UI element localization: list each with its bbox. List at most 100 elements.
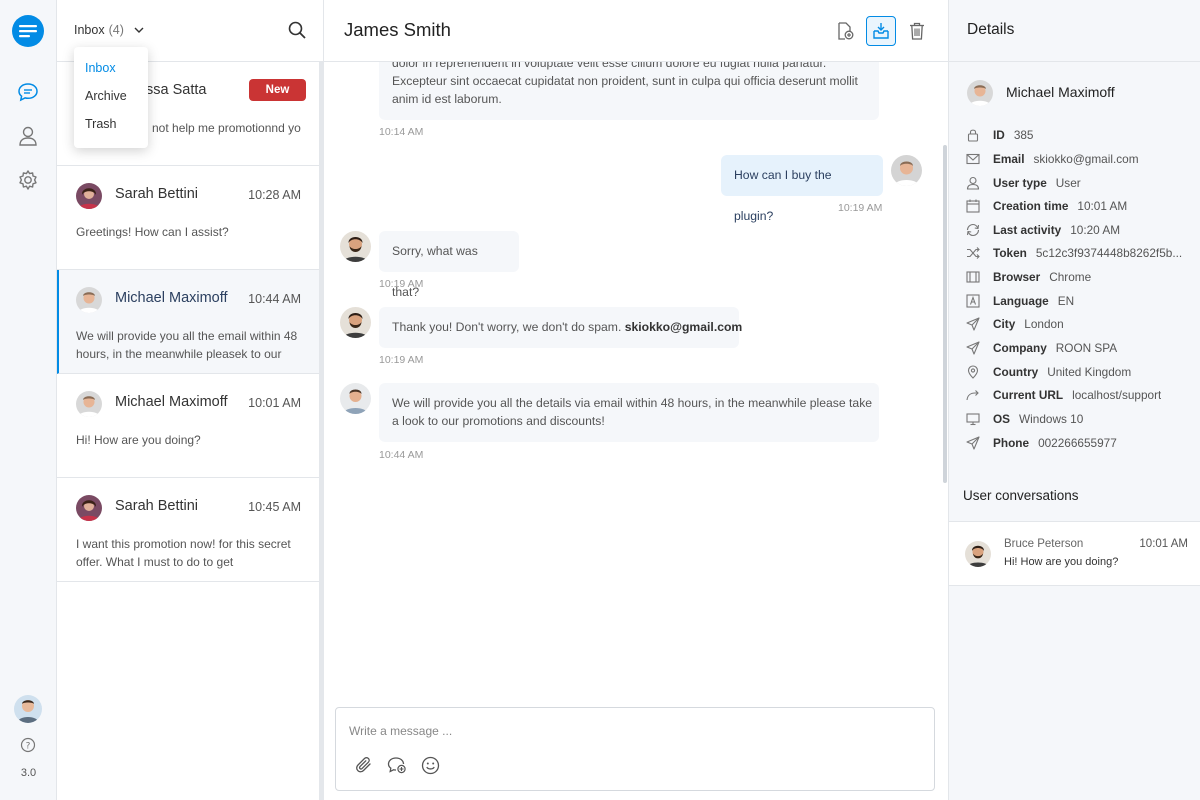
saved-replies-icon[interactable]	[386, 754, 408, 776]
conversation-name: ssa Satta	[146, 82, 207, 98]
detail-value: 10:01 AM	[1077, 199, 1128, 213]
details-panel: Details Michael Maximoff ID 385 Email sk…	[948, 0, 1200, 800]
detail-key: OS	[993, 412, 1011, 426]
detail-row-language: Language EN	[965, 291, 1200, 311]
detail-key: Last activity	[993, 223, 1062, 237]
message-time: 10:19 AM	[838, 202, 883, 214]
new-badge: New	[249, 79, 306, 101]
send-icon	[965, 340, 981, 356]
message-time: 10:19 AM	[379, 354, 424, 366]
detail-row-token: Token 5c12c3f9374448b8262f5b...	[965, 243, 1200, 263]
conversations-icon[interactable]	[15, 79, 41, 105]
settings-icon[interactable]	[15, 167, 41, 193]
detail-key: Current URL	[993, 388, 1064, 402]
agent-message-bubble: Sorry, what was that?	[379, 231, 519, 299]
detail-value: United Kingdom	[1047, 365, 1132, 379]
app-logo-icon[interactable]	[12, 15, 44, 47]
monitor-icon	[965, 411, 981, 427]
inbox-filter-dropdown: Inbox Archive Trash	[74, 47, 148, 148]
conversation-item[interactable]: Michael Maximoff 10:01 AM Hi! How are yo…	[57, 374, 319, 478]
message-line: anim id est laborum.	[392, 92, 502, 106]
current-agent-avatar[interactable]	[14, 695, 42, 723]
user-avatar	[891, 155, 922, 186]
agent-avatar	[340, 231, 371, 262]
detail-row-email: Email skiokko@gmail.com	[965, 149, 1200, 169]
detail-value: skiokko@gmail.com	[1033, 152, 1139, 166]
detail-row-creation-time: Creation time 10:01 AM	[965, 196, 1200, 216]
detail-row-id: ID 385	[965, 125, 1200, 145]
conversation-item[interactable]: Sarah Bettini 10:28 AM Greetings! How ca…	[57, 166, 319, 270]
detail-row-phone: Phone 002266655977	[965, 433, 1200, 453]
emoji-icon[interactable]	[419, 754, 441, 776]
trash-icon[interactable]	[902, 16, 932, 46]
language-icon	[965, 293, 981, 309]
detail-key: ID	[993, 128, 1005, 142]
avatar	[76, 183, 102, 209]
inbox-filter-select[interactable]: Inbox (4)	[74, 23, 144, 37]
help-icon[interactable]: ?	[20, 737, 36, 753]
dropdown-item-trash[interactable]: Trash	[85, 117, 117, 131]
detail-key: City	[993, 317, 1016, 331]
detail-row-last-activity: Last activity 10:20 AM	[965, 220, 1200, 240]
conversation-preview: Hi! How are you doing?	[76, 433, 201, 447]
agent-message-bubble: dolor in reprehenderit in voluptate veli…	[379, 62, 879, 120]
search-icon[interactable]	[288, 21, 306, 39]
chat-panel: James Smith dolor in reprehenderit in vo…	[324, 0, 948, 800]
message-editor	[335, 707, 935, 791]
conversation-time: 10:28 AM	[248, 188, 301, 202]
detail-key: Email	[993, 152, 1025, 166]
lock-icon	[965, 127, 981, 143]
detail-key: Company	[993, 341, 1047, 355]
conversation-time: 10:01 AM	[248, 396, 301, 410]
agent-message-bubble: Thank you! Don't worry, we don't do spam…	[379, 307, 742, 348]
detail-row-country: Country United Kingdom	[965, 362, 1200, 382]
message-line: We will provide you all the details via …	[392, 396, 873, 410]
message-input[interactable]	[349, 724, 909, 738]
detail-key: Phone	[993, 436, 1030, 450]
detail-row-city: City London	[965, 314, 1200, 334]
user-conversation-item[interactable]: Bruce Peterson 10:01 AM Hi! How are you …	[949, 521, 1200, 586]
message-email-link[interactable]: skiokko@gmail.com	[625, 320, 743, 334]
avatar	[76, 287, 102, 313]
detail-key: User type	[993, 176, 1047, 190]
refresh-icon	[965, 222, 981, 238]
archive-conversation-icon[interactable]	[866, 16, 896, 46]
chat-header: James Smith	[324, 0, 948, 62]
svg-text:?: ?	[26, 742, 31, 752]
conversation-name: Sarah Bettini	[115, 186, 199, 202]
transcript-icon[interactable]	[830, 16, 860, 46]
dropdown-item-archive[interactable]: Archive	[85, 89, 127, 103]
conversation-name: Michael Maximoff	[115, 290, 228, 306]
chat-messages: dolor in reprehenderit in voluptate veli…	[324, 62, 948, 692]
message-line: Excepteur sint occaecat cupidatat non pr…	[392, 74, 858, 88]
redirect-arrow-icon	[965, 387, 981, 403]
detail-value: 002266655977	[1038, 436, 1117, 450]
users-icon[interactable]	[15, 123, 41, 149]
detail-value: 385	[1013, 128, 1034, 142]
message-line: a look to our promotions and discounts!	[392, 414, 605, 428]
conversation-item-active[interactable]: Michael Maximoff 10:44 AM We will provid…	[57, 270, 319, 374]
detail-row-browser: Browser Chrome	[965, 267, 1200, 287]
detail-value: Chrome	[1049, 270, 1092, 284]
conversation-name: Sarah Bettini	[115, 498, 199, 514]
conversation-preview: not help me promotionnd yo	[152, 121, 301, 135]
conversation-name: Michael Maximoff	[115, 394, 228, 410]
conversation-preview: Greetings! How can I assist?	[76, 225, 229, 239]
dropdown-item-inbox[interactable]: Inbox	[85, 61, 116, 75]
chat-scrollbar[interactable]	[943, 145, 947, 483]
conversation-time: 10:44 AM	[248, 292, 301, 306]
conversation-item[interactable]: Sarah Bettini 10:45 AM I want this promo…	[57, 478, 319, 582]
detail-row-company: Company ROON SPA	[965, 338, 1200, 358]
chevron-down-icon	[134, 27, 144, 34]
detail-row-os: OS Windows 10	[965, 409, 1200, 429]
user-icon	[965, 175, 981, 191]
detail-value: User	[1055, 176, 1081, 190]
detail-row-current-url: Current URL localhost/support	[965, 385, 1200, 405]
avatar	[76, 495, 102, 521]
profile-avatar	[967, 80, 993, 106]
details-header: Details	[949, 0, 1200, 62]
detail-row-user-type: User type User	[965, 173, 1200, 193]
profile-name: Michael Maximoff	[1006, 84, 1115, 100]
attachment-icon[interactable]	[353, 754, 375, 776]
user-message-bubble: How can I buy the plugin?	[721, 155, 883, 223]
